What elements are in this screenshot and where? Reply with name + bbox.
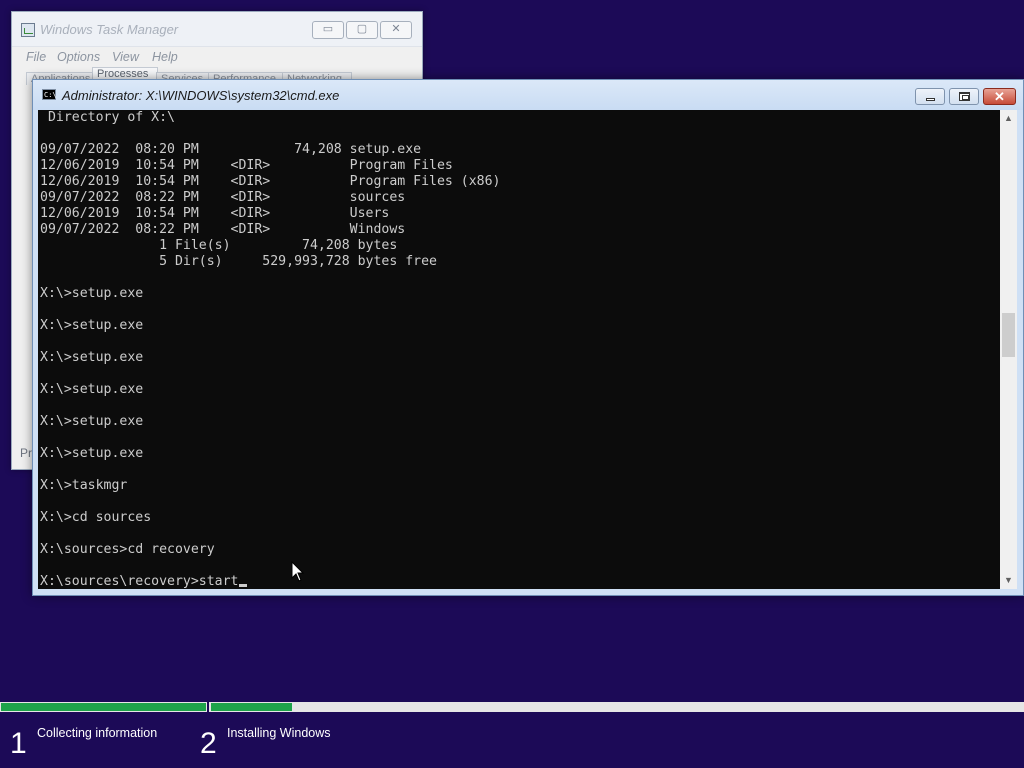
task-manager-title: Windows Task Manager bbox=[40, 22, 179, 37]
scrollbar-thumb[interactable] bbox=[1002, 313, 1015, 357]
menu-options[interactable]: Options bbox=[57, 50, 100, 64]
task-manager-maximize-button[interactable]: ▢ bbox=[346, 21, 378, 39]
console-line: 09/07/2022 08:20 PM 74,208 setup.exe bbox=[40, 142, 422, 157]
task-manager-close-button[interactable]: ✕ bbox=[380, 21, 412, 39]
maximize-icon bbox=[959, 92, 970, 101]
console-line: X:\>setup.exe bbox=[40, 382, 144, 397]
step-1-number: 1 bbox=[10, 727, 27, 760]
cmd-maximize-button[interactable] bbox=[949, 88, 979, 105]
close-icon: ✕ bbox=[994, 89, 1005, 104]
minimize-icon bbox=[926, 98, 935, 101]
progress-step-installing-fill bbox=[211, 703, 292, 711]
task-manager-menubar: File Options View Help bbox=[12, 47, 422, 69]
console-line: X:\>setup.exe bbox=[40, 350, 144, 365]
console-line: 12/06/2019 10:54 PM <DIR> Program Files bbox=[40, 158, 453, 173]
task-manager-titlebar[interactable]: Windows Task Manager ▭ ▢ ✕ bbox=[12, 12, 422, 47]
console-input-line[interactable]: X:\sources\recovery>start bbox=[40, 574, 501, 589]
step-1-label: Collecting information bbox=[37, 726, 158, 740]
cmd-close-button[interactable]: ✕ bbox=[983, 88, 1016, 105]
step-2-label: Installing Windows bbox=[227, 726, 331, 740]
console-line: X:\>cd sources bbox=[40, 510, 152, 525]
console-line: X:\>setup.exe bbox=[40, 414, 144, 429]
console-line: 12/06/2019 10:54 PM <DIR> Program Files … bbox=[40, 174, 501, 189]
cmd-minimize-button[interactable] bbox=[915, 88, 945, 105]
cmd-console-output[interactable]: Directory of X:\ 09/07/2022 08:20 PM 74,2… bbox=[38, 110, 1000, 589]
task-manager-status-text: Pr bbox=[20, 446, 32, 460]
console-line: 09/07/2022 08:22 PM <DIR> sources bbox=[40, 190, 406, 205]
menu-help[interactable]: Help bbox=[152, 50, 178, 64]
cmd-window[interactable]: C:\ Administrator: X:\WINDOWS\system32\c… bbox=[32, 79, 1024, 596]
console-text: Directory of X:\ 09/07/2022 08:20 PM 74,2… bbox=[40, 110, 501, 589]
console-line: 12/06/2019 10:54 PM <DIR> Users bbox=[40, 206, 390, 221]
progress-separator bbox=[207, 702, 209, 712]
console-line: Directory of X:\ bbox=[40, 110, 175, 125]
console-line: X:\>setup.exe bbox=[40, 286, 144, 301]
scroll-down-icon[interactable]: ▼ bbox=[1000, 572, 1017, 589]
cmd-app-icon: C:\ bbox=[42, 89, 57, 100]
cmd-vertical-scrollbar[interactable]: ▲ ▼ bbox=[1000, 110, 1017, 589]
task-manager-icon bbox=[21, 23, 35, 37]
console-line: X:\>setup.exe bbox=[40, 318, 144, 333]
mouse-pointer-icon bbox=[291, 561, 305, 582]
step-2-number: 2 bbox=[200, 727, 217, 760]
cmd-titlebar[interactable]: C:\ Administrator: X:\WINDOWS\system32\c… bbox=[33, 80, 1023, 110]
console-line: X:\>taskmgr bbox=[40, 478, 128, 493]
console-line: 09/07/2022 08:22 PM <DIR> Windows bbox=[40, 222, 406, 237]
console-line: 5 Dir(s) 529,993,728 bytes free bbox=[40, 254, 437, 269]
task-manager-minimize-button[interactable]: ▭ bbox=[312, 21, 344, 39]
scroll-up-icon[interactable]: ▲ bbox=[1000, 110, 1017, 127]
console-prompt-input[interactable]: X:\sources\recovery>start bbox=[40, 574, 239, 589]
cmd-window-title: Administrator: X:\WINDOWS\system32\cmd.e… bbox=[62, 88, 340, 103]
progress-step-collecting-fill bbox=[1, 703, 206, 711]
menu-view[interactable]: View bbox=[112, 50, 139, 64]
console-line: X:\>setup.exe bbox=[40, 446, 144, 461]
text-caret bbox=[238, 584, 247, 587]
menu-file[interactable]: File bbox=[26, 50, 46, 64]
console-line: X:\sources>cd recovery bbox=[40, 542, 215, 557]
console-line: 1 File(s) 74,208 bytes bbox=[40, 238, 398, 253]
